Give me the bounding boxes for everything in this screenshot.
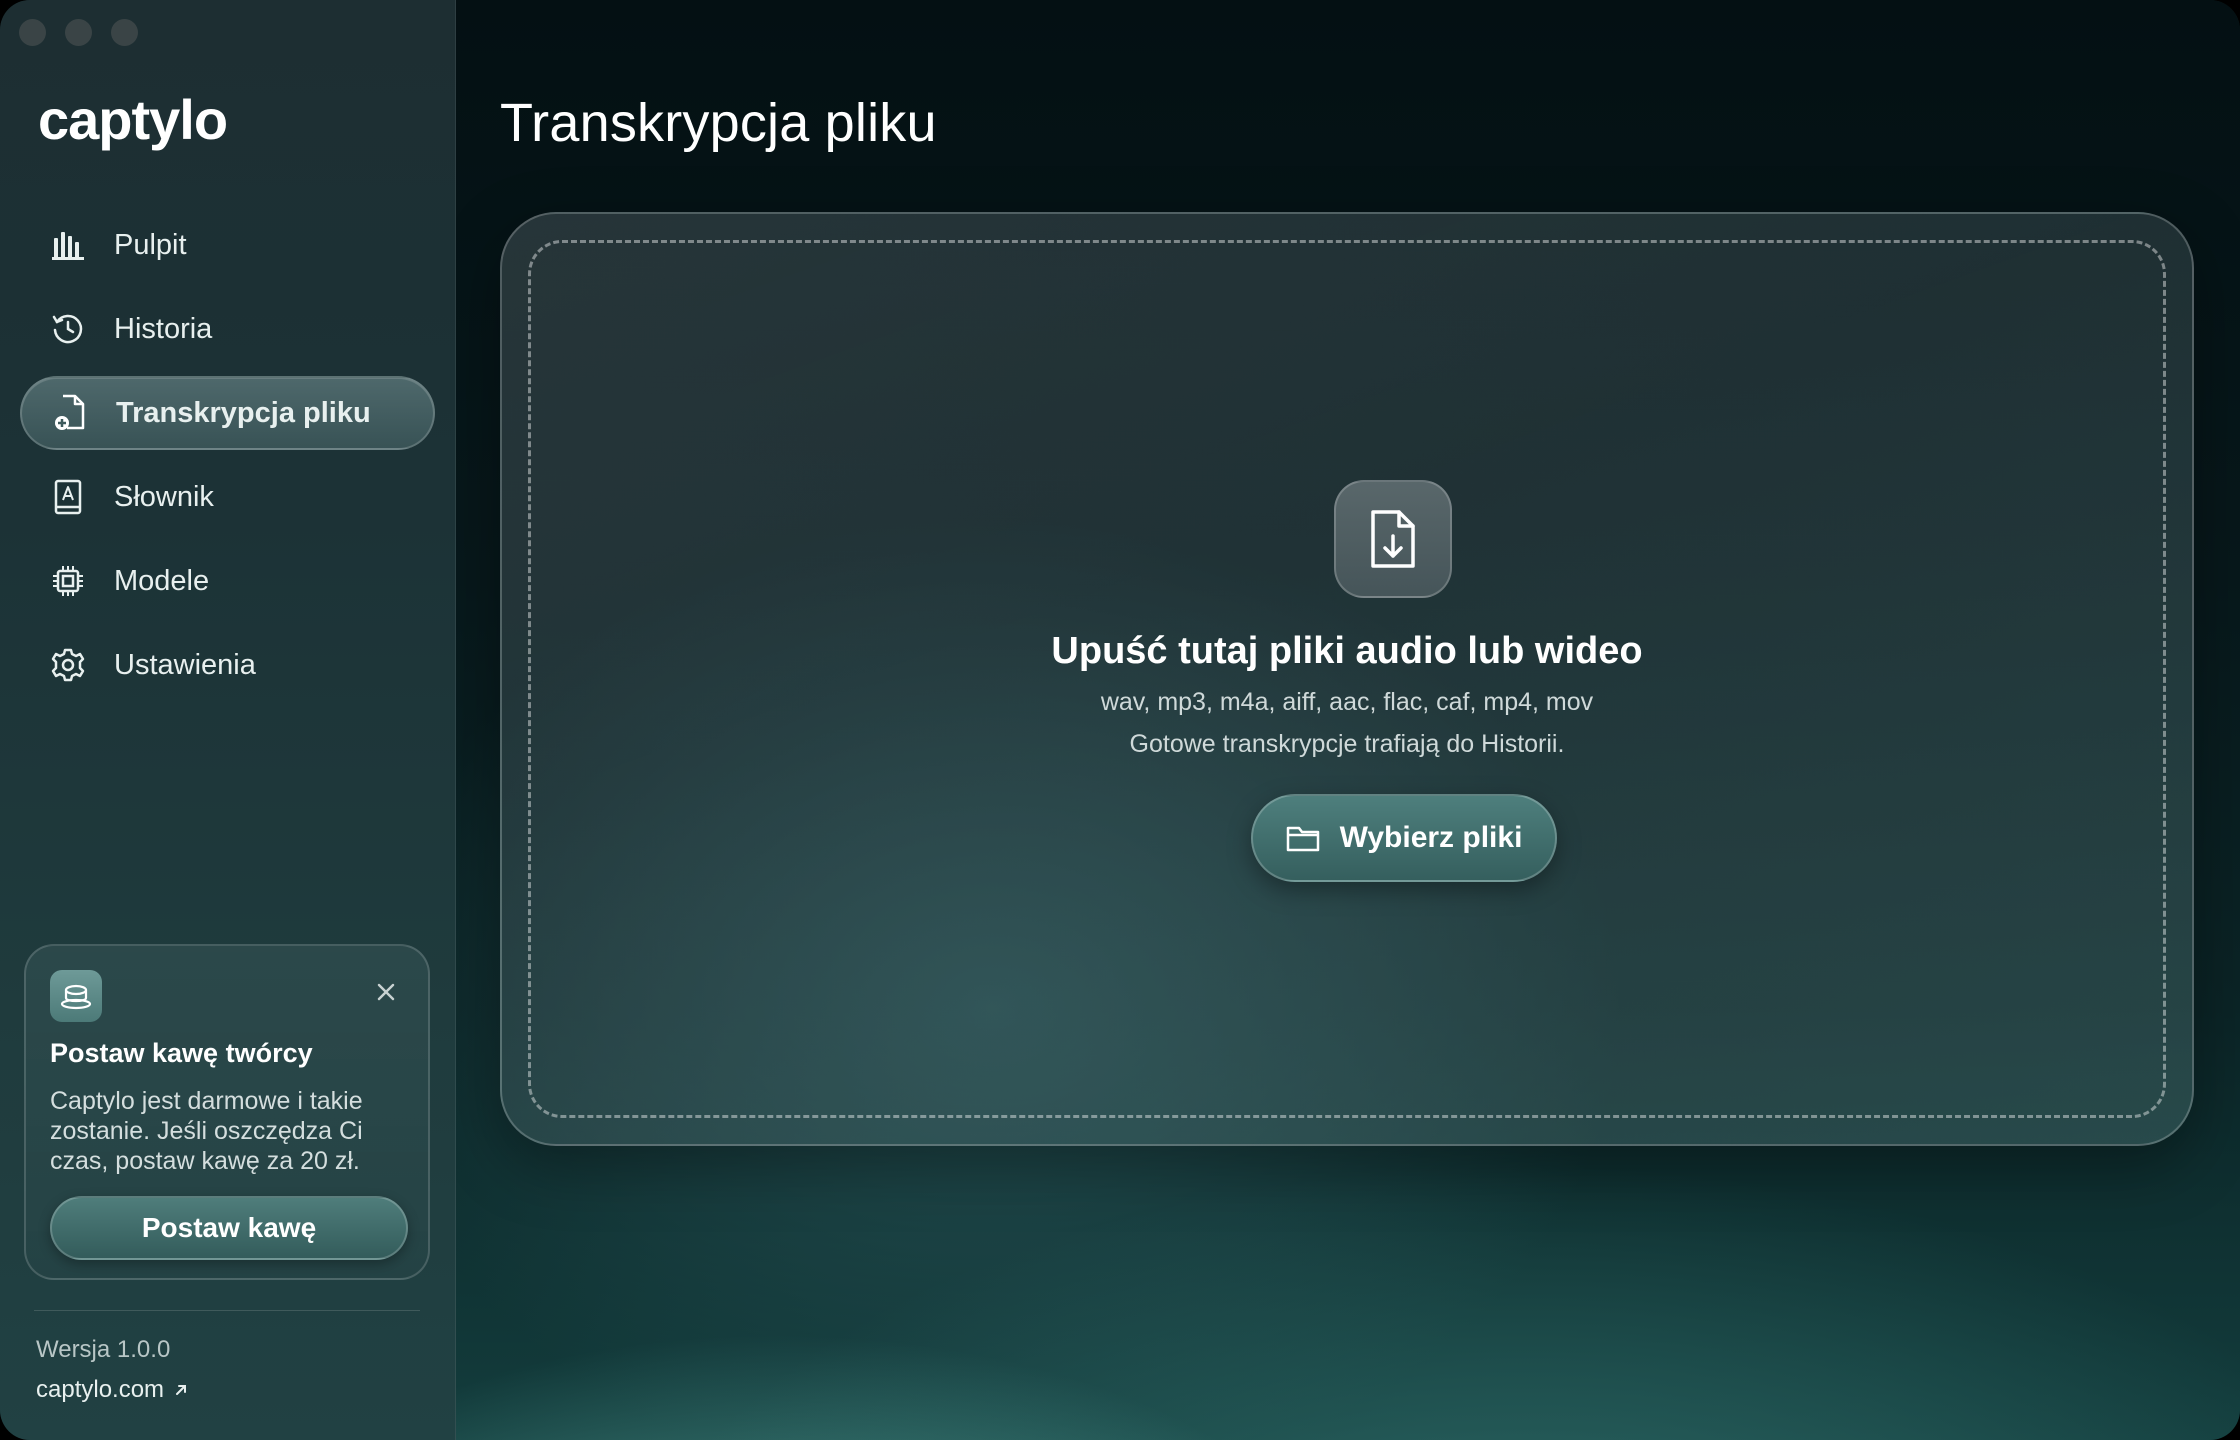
page-title: Transkrypcja pliku xyxy=(500,93,937,153)
promo-title: Postaw kawę twórcy xyxy=(50,1038,313,1068)
coffee-cup-icon xyxy=(50,970,102,1022)
sidebar-item-modele[interactable]: Modele xyxy=(20,544,435,618)
buy-coffee-button[interactable]: Postaw kawę xyxy=(50,1196,408,1260)
svg-text:captylo: captylo xyxy=(38,91,227,151)
file-download-icon xyxy=(1334,480,1452,598)
sidebar-item-label: Pulpit xyxy=(114,228,187,261)
sidebar-item-label: Słownik xyxy=(114,480,214,513)
sidebar-item-slownik[interactable]: Słownik xyxy=(20,460,435,534)
gear-icon xyxy=(48,645,88,685)
sidebar-item-transkrypcja[interactable]: Transkrypcja pliku xyxy=(20,376,435,450)
website-link-label: captylo.com xyxy=(36,1376,165,1403)
dropzone-title: Upuść tutaj pliki audio lub wideo xyxy=(1051,630,1643,672)
file-add-icon xyxy=(50,393,90,433)
zoom-window-button[interactable] xyxy=(111,19,138,46)
version-label: Wersja 1.0.0 xyxy=(36,1336,171,1363)
sidebar-item-ustawienia[interactable]: Ustawienia xyxy=(20,628,435,702)
file-dropzone[interactable]: Upuść tutaj pliki audio lub wideo wav, m… xyxy=(500,212,2194,1146)
choose-files-label: Wybierz pliki xyxy=(1339,821,1523,854)
close-icon[interactable] xyxy=(374,980,398,1004)
sidebar-item-pulpit[interactable]: Pulpit xyxy=(20,208,435,282)
main-content: Transkrypcja pliku Upuść tutaj pliki aud… xyxy=(456,0,2240,1440)
close-window-button[interactable] xyxy=(19,19,46,46)
website-link[interactable]: captylo.com xyxy=(36,1376,190,1404)
promo-text: Captylo jest darmowe i takie zostanie. J… xyxy=(50,1087,363,1175)
history-icon xyxy=(48,309,88,349)
sidebar-item-label: Ustawienia xyxy=(114,648,256,681)
choose-files-button[interactable]: Wybierz pliki xyxy=(1251,794,1557,882)
app-logo: captylo xyxy=(38,88,258,158)
chart-bars-icon xyxy=(48,225,88,265)
divider xyxy=(34,1310,420,1311)
window-controls xyxy=(19,19,138,46)
sidebar-item-label: Modele xyxy=(114,564,210,597)
minimize-window-button[interactable] xyxy=(65,19,92,46)
supported-formats: wav, mp3, m4a, aiff, aac, flac, caf, mp4… xyxy=(1100,688,1594,716)
sidebar: captylo Pulpit Historia Transkrypcja pli… xyxy=(0,0,456,1440)
logo-wordmark: captylo xyxy=(38,91,228,151)
coffee-promo-card: Postaw kawę twórcy Captylo jest darmowe … xyxy=(24,944,430,1280)
dictionary-icon xyxy=(48,477,88,517)
dropzone-note: Gotowe transkrypcje trafiają do Historii… xyxy=(1129,730,1565,758)
sidebar-nav: Pulpit Historia Transkrypcja pliku Słown… xyxy=(20,208,435,712)
chip-icon xyxy=(48,561,88,601)
folder-icon xyxy=(1286,826,1319,852)
app-window: captylo Pulpit Historia Transkrypcja pli… xyxy=(0,0,2240,1440)
external-link-icon xyxy=(176,1385,187,1395)
sidebar-item-historia[interactable]: Historia xyxy=(20,292,435,366)
sidebar-item-label: Transkrypcja pliku xyxy=(116,396,371,429)
sidebar-item-label: Historia xyxy=(114,312,213,345)
dropzone-dashed-border xyxy=(528,240,2166,1118)
